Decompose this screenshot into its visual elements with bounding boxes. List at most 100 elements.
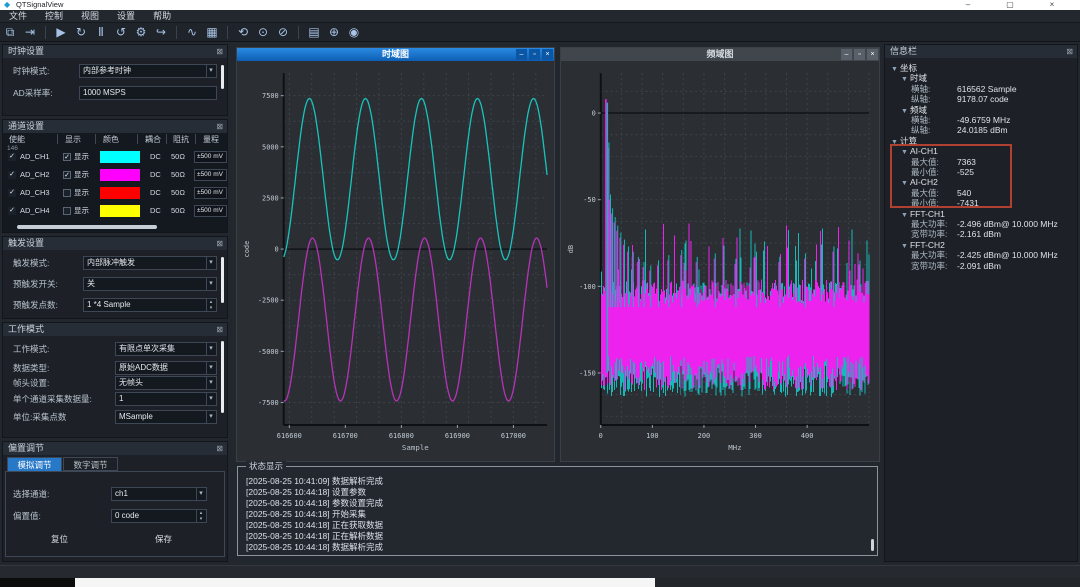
- channel-enable-checkbox[interactable]: ✓: [8, 189, 16, 197]
- channel-range-field[interactable]: ±500 mV: [194, 205, 227, 217]
- channel-col-header-2[interactable]: 颜色: [103, 134, 119, 145]
- window-minimize-icon[interactable]: –: [516, 49, 527, 60]
- rerun-icon[interactable]: ↺: [113, 23, 129, 42]
- close-icon[interactable]: ⊠: [216, 323, 223, 336]
- chevron-down-icon[interactable]: ▾: [206, 362, 215, 374]
- window-minimize-icon[interactable]: –: [841, 49, 852, 60]
- channel-show-checkbox[interactable]: [63, 207, 71, 215]
- channel-color-swatch[interactable]: [100, 187, 140, 199]
- horizontal-scrollbar[interactable]: [17, 225, 157, 229]
- save-data-icon[interactable]: ▤: [306, 23, 322, 42]
- workmode-select-2[interactable]: 无帧头▾: [115, 376, 217, 390]
- tab-digital-adjust[interactable]: 数字调节: [63, 457, 118, 471]
- offset-spinbox-1[interactable]: 0 code▴ ▾: [111, 509, 207, 523]
- workmode-select-3[interactable]: 1▾: [115, 392, 217, 406]
- window-close-icon[interactable]: ×: [867, 49, 878, 60]
- spin-buttons[interactable]: ▴ ▾: [196, 510, 205, 522]
- tree-expand-icon[interactable]: ▼: [901, 108, 908, 115]
- workmode-select-1[interactable]: 原始ADC数据▾: [115, 361, 217, 375]
- scrollbar-thumb[interactable]: [221, 257, 224, 303]
- time-window-titlebar[interactable]: 时域图 – ▫ ×: [237, 48, 554, 61]
- layout-grid-icon[interactable]: ▦: [204, 23, 220, 42]
- network-icon[interactable]: ⊕: [326, 23, 342, 42]
- menu-item-1[interactable]: 控制: [36, 10, 72, 23]
- chevron-down-icon[interactable]: ▾: [196, 488, 205, 500]
- scrollbar-thumb[interactable]: [221, 341, 224, 413]
- channel-col-header-3[interactable]: 耦合: [145, 134, 161, 145]
- channel-col-header-5[interactable]: 量程: [203, 134, 219, 145]
- chevron-down-icon[interactable]: ▾: [206, 411, 215, 423]
- tree-expand-icon[interactable]: ▼: [901, 76, 908, 83]
- connect-device-icon[interactable]: ⇥: [22, 23, 38, 42]
- menu-item-2[interactable]: 视图: [72, 10, 108, 23]
- clock-select-0[interactable]: 内部参考时钟▾: [79, 64, 217, 78]
- user-icon[interactable]: ◉: [346, 23, 362, 42]
- new-file-icon[interactable]: ⧉: [2, 23, 18, 42]
- channel-range-field[interactable]: ±500 mV: [194, 151, 227, 163]
- channel-color-swatch[interactable]: [100, 151, 140, 163]
- channel-show-checkbox[interactable]: ✓: [63, 171, 71, 179]
- menu-item-4[interactable]: 帮助: [144, 10, 180, 23]
- menu-item-0[interactable]: 文件: [0, 10, 36, 23]
- tab-analog-adjust[interactable]: 模拟调节: [7, 457, 62, 471]
- window-maximize-icon[interactable]: ▫: [529, 49, 540, 60]
- chevron-down-icon[interactable]: ▾: [206, 65, 215, 77]
- power-icon[interactable]: ⊙: [255, 23, 271, 42]
- chevron-down-icon[interactable]: ▾: [206, 257, 215, 269]
- window-close-icon[interactable]: ×: [542, 49, 553, 60]
- channel-color-swatch[interactable]: [100, 169, 140, 181]
- pause-icon[interactable]: Ⅱ: [93, 23, 109, 42]
- waveform-icon[interactable]: ∿: [184, 23, 200, 42]
- chevron-down-icon[interactable]: ▾: [206, 377, 215, 389]
- chevron-down-icon[interactable]: ▾: [206, 343, 215, 355]
- tree-expand-icon[interactable]: ▼: [901, 149, 908, 156]
- channel-range-field[interactable]: ±500 mV: [194, 169, 227, 181]
- channel-show-checkbox[interactable]: [63, 189, 71, 197]
- clock-field-1[interactable]: 1000 MSPS: [79, 86, 217, 100]
- offset-select-0[interactable]: ch1▾: [111, 487, 207, 501]
- timer-off-icon[interactable]: ⊘: [275, 23, 291, 42]
- trigger-select-0[interactable]: 内部脉冲触发▾: [83, 256, 217, 270]
- tree-expand-icon[interactable]: ▼: [891, 66, 898, 73]
- close-icon[interactable]: ⊠: [216, 442, 223, 455]
- menu-item-3[interactable]: 设置: [108, 10, 144, 23]
- refresh-icon[interactable]: ↻: [73, 23, 89, 42]
- restore-button[interactable]: ▢: [1000, 0, 1020, 10]
- trigger-select-1[interactable]: 关▾: [83, 277, 217, 291]
- start-acquisition-icon[interactable]: ▶: [53, 23, 69, 42]
- minimize-button[interactable]: –: [958, 0, 978, 10]
- export-icon[interactable]: ↪: [153, 23, 169, 42]
- channel-col-header-0[interactable]: 使能: [9, 134, 25, 145]
- reset-button[interactable]: 复位: [51, 533, 68, 545]
- chevron-down-icon[interactable]: ▾: [206, 278, 215, 290]
- save-button[interactable]: 保存: [155, 533, 172, 545]
- close-button[interactable]: ×: [1042, 0, 1062, 10]
- configure-icon[interactable]: ⚙: [133, 23, 149, 42]
- channel-col-header-4[interactable]: 阻抗: [173, 134, 189, 145]
- history-icon[interactable]: ⟲: [235, 23, 251, 42]
- scrollbar-thumb[interactable]: [221, 65, 224, 89]
- window-maximize-icon[interactable]: ▫: [854, 49, 865, 60]
- tree-expand-icon[interactable]: ▼: [901, 180, 908, 187]
- close-icon[interactable]: ⊠: [216, 120, 223, 133]
- chevron-down-icon[interactable]: ▾: [206, 393, 215, 405]
- channel-range-field[interactable]: ±500 mV: [194, 187, 227, 199]
- tree-expand-icon[interactable]: ▼: [891, 139, 898, 146]
- workmode-select-0[interactable]: 有限点单次采集▾: [115, 342, 217, 356]
- close-icon[interactable]: ⊠: [216, 45, 223, 58]
- freq-domain-chart[interactable]: 0-50-100-1500100200300400MHzdB: [561, 61, 879, 461]
- tree-expand-icon[interactable]: ▼: [901, 212, 908, 219]
- workmode-select-4[interactable]: MSample▾: [115, 410, 217, 424]
- freq-window-titlebar[interactable]: 频域图 – ▫ ×: [561, 48, 879, 61]
- trigger-spinbox-2[interactable]: 1 *4 Sample▴ ▾: [83, 298, 217, 312]
- channel-col-header-1[interactable]: 显示: [65, 134, 81, 145]
- channel-enable-checkbox[interactable]: ✓: [8, 207, 16, 215]
- channel-color-swatch[interactable]: [100, 205, 140, 217]
- time-domain-chart[interactable]: 7500500025000-2500-5000-7500616600616700…: [237, 61, 554, 461]
- close-icon[interactable]: ⊠: [1066, 45, 1073, 58]
- channel-enable-checkbox[interactable]: ✓: [8, 153, 16, 161]
- channel-show-checkbox[interactable]: ✓: [63, 153, 71, 161]
- spin-buttons[interactable]: ▴ ▾: [206, 299, 215, 311]
- status-scrollbar-thumb[interactable]: [871, 539, 874, 551]
- close-icon[interactable]: ⊠: [216, 237, 223, 250]
